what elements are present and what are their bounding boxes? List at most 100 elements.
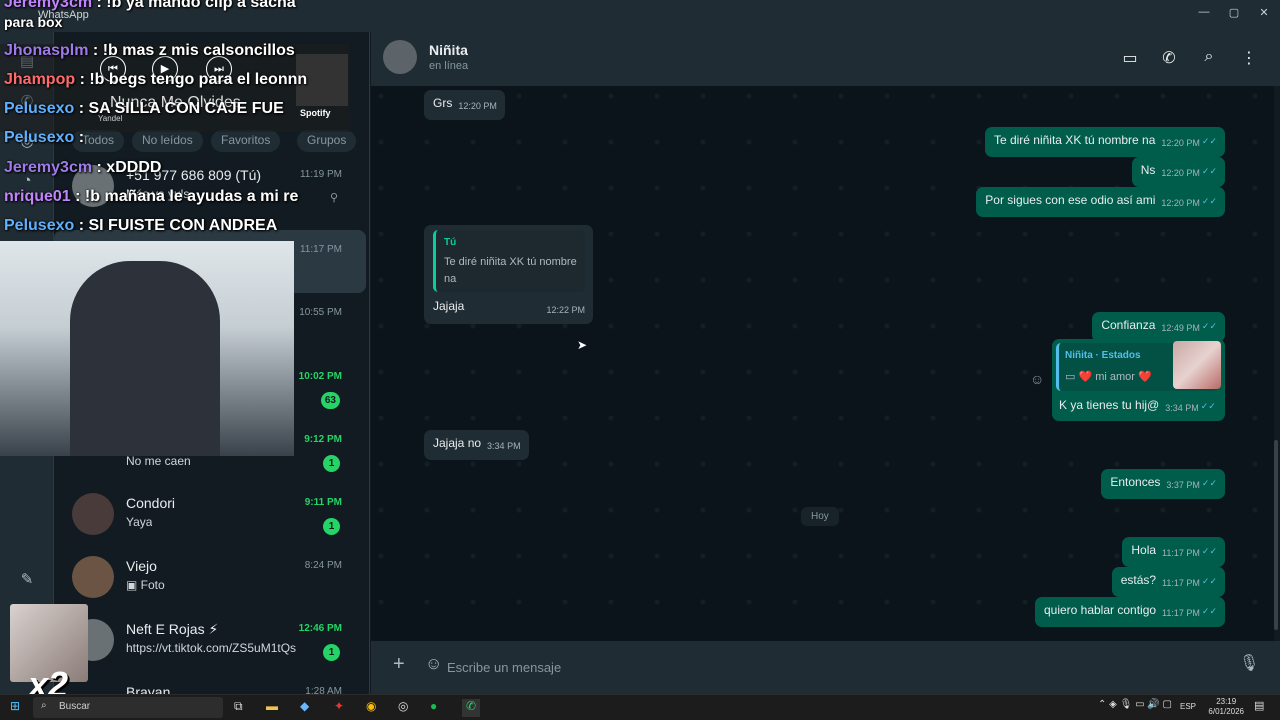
message-text: Hola bbox=[1131, 543, 1157, 557]
chat-text: para box bbox=[4, 14, 63, 30]
sticker-icon[interactable]: ☺ bbox=[425, 654, 442, 674]
tray-icons[interactable]: ⌃ ◈ 🎙 ▭ 🔊 ▢ bbox=[1098, 699, 1172, 717]
message-input[interactable]: Escribe un mensaje bbox=[447, 651, 1227, 685]
maximize-button[interactable]: ▢ bbox=[1224, 6, 1244, 19]
minimize-button[interactable]: — bbox=[1194, 6, 1214, 18]
streamer-figure bbox=[70, 261, 220, 456]
chat-time: 1:28 AM bbox=[305, 686, 342, 694]
spotify-icon[interactable]: ● bbox=[430, 699, 437, 717]
read-receipt-icon: ✓✓ bbox=[1201, 321, 1217, 331]
chrome-icon[interactable]: ◉ bbox=[366, 699, 376, 717]
message-incoming[interactable]: Jajaja no 3:34 PM bbox=[424, 430, 529, 460]
unread-badge: 1 bbox=[323, 518, 340, 535]
message-outgoing[interactable]: Hola 11:17 PM ✓✓ bbox=[1122, 537, 1225, 567]
whatsapp-taskbar-icon[interactable]: ✆ bbox=[462, 699, 481, 717]
scrollbar-thumb[interactable] bbox=[1274, 440, 1278, 630]
chat-item[interactable]: Viejo ▣ Foto 8:24 PM bbox=[54, 546, 366, 609]
video-icon: ▭ bbox=[1065, 371, 1079, 383]
chat-user: Jeremy3cm bbox=[4, 0, 93, 11]
filter-unread[interactable]: No leídos bbox=[132, 130, 203, 152]
filter-groups[interactable]: Grupos bbox=[297, 130, 357, 152]
app-icon[interactable]: ✦ bbox=[334, 699, 344, 717]
quoted-message[interactable]: Tú Te diré niñita XK tú nombre na bbox=[433, 230, 585, 292]
chat-time: 10:55 PM bbox=[299, 307, 342, 318]
quote-text: Te diré niñita XK tú nombre na bbox=[444, 256, 577, 285]
obs-icon[interactable]: ◎ bbox=[398, 699, 408, 717]
read-receipt-icon: ✓✓ bbox=[1201, 196, 1217, 206]
message-text: Grs bbox=[433, 96, 453, 110]
chat-text: : !b ya mando clip a sacha bbox=[96, 0, 296, 11]
chat-item[interactable]: Brayan 1:28 AM bbox=[54, 672, 366, 694]
chat-item[interactable]: Neft E Rojas ⚡ https://vt.tiktok.com/ZS5… bbox=[54, 609, 366, 672]
chat-time: 11:19 PM bbox=[299, 169, 342, 180]
unread-badge: 1 bbox=[323, 455, 340, 472]
chat-text: : xDDDD bbox=[96, 159, 162, 176]
quoted-status[interactable]: Niñita · Estados ▭ ❤️ mi amor ❤️ bbox=[1056, 341, 1221, 391]
store-icon[interactable]: ◆ bbox=[300, 699, 309, 717]
filter-favorites[interactable]: Favoritos bbox=[211, 130, 281, 152]
task-view-icon[interactable]: ⧉ bbox=[234, 699, 243, 717]
quote-text-content: ❤️ mi amor ❤️ bbox=[1078, 371, 1152, 383]
message-time: 3:34 PM bbox=[487, 441, 521, 451]
stream-chat-line: Pelusexo : SA SILLA CON CAJE FUE bbox=[4, 100, 284, 118]
message-incoming[interactable]: Grs 12:20 PM bbox=[424, 90, 505, 120]
chat-text: : SI FUISTE CON ANDREA bbox=[78, 217, 278, 234]
taskbar-clock[interactable]: 23:19 6/01/2026 bbox=[1208, 697, 1244, 717]
taskbar-search[interactable]: ⌕ Buscar bbox=[33, 697, 223, 718]
conversation-header: Niñita en línea ▭ ✆ ⌕ ⋮ bbox=[371, 32, 1280, 86]
close-button[interactable]: ✕ bbox=[1254, 6, 1274, 19]
chat-name: Brayan bbox=[126, 684, 171, 694]
quote-author: Tú bbox=[444, 237, 457, 248]
chat-name: Viejo bbox=[126, 558, 157, 574]
chat-text: : !b mañana le ayudas a mi re bbox=[75, 188, 299, 205]
clock-date: 6/01/2026 bbox=[1208, 707, 1244, 716]
contact-avatar[interactable] bbox=[383, 40, 417, 74]
message-outgoing[interactable]: Ns 12:20 PM ✓✓ bbox=[1131, 157, 1225, 187]
chat-time: 10:02 PM bbox=[298, 371, 342, 382]
file-explorer-icon[interactable]: ▬ bbox=[266, 699, 278, 717]
chat-preview: No me caen bbox=[126, 454, 191, 468]
chat-time: 8:24 PM bbox=[304, 560, 342, 571]
chat-time: 12:46 PM bbox=[298, 623, 342, 634]
message-outgoing[interactable]: estás? 11:17 PM ✓✓ bbox=[1111, 567, 1225, 597]
more-options-icon[interactable]: ⋮ bbox=[1238, 48, 1260, 70]
chat-text: : bbox=[78, 129, 85, 146]
message-outgoing[interactable]: Por sigues con ese odio así ami 12:20 PM ✓… bbox=[976, 187, 1225, 217]
chat-filters: Todos No leídos Favoritos Grupos bbox=[54, 130, 369, 152]
chat-item[interactable]: Condori Yaya 9:11 PM 1 bbox=[54, 483, 366, 546]
status-thumbnail bbox=[1173, 341, 1221, 389]
message-outgoing[interactable]: Confianza 12:49 PM ✓✓ bbox=[1092, 312, 1225, 342]
microphone-icon[interactable]: 🎙 bbox=[1239, 653, 1259, 673]
message-outgoing[interactable]: Entonces 3:37 PM ✓✓ bbox=[1101, 469, 1225, 499]
video-call-icon[interactable]: ▭ bbox=[1119, 48, 1141, 70]
attach-icon[interactable]: + bbox=[393, 653, 405, 676]
webcam-overlay bbox=[0, 241, 294, 456]
starred-icon[interactable]: ✎ bbox=[17, 570, 37, 590]
message-reply-incoming[interactable]: Tú Te diré niñita XK tú nombre na Jajaja… bbox=[424, 225, 593, 324]
message-outgoing[interactable]: Te diré niñita XK tú nombre na 12:20 PM ✓✓ bbox=[984, 127, 1225, 157]
chat-name: Condori bbox=[126, 495, 176, 511]
chat-preview: ▣ Foto bbox=[126, 578, 165, 592]
chat-text: : SA SILLA CON CAJE FUE bbox=[78, 100, 284, 117]
read-receipt-icon: ✓✓ bbox=[1201, 606, 1217, 616]
message-status-reply[interactable]: Niñita · Estados ▭ ❤️ mi amor ❤️ K ya ti… bbox=[1052, 339, 1225, 421]
chat-user: Pelusexo bbox=[4, 129, 75, 146]
pin-icon: ⚲ bbox=[329, 192, 338, 204]
contact-name[interactable]: Niñita bbox=[429, 42, 468, 58]
windows-start-icon[interactable]: ⊞ bbox=[10, 699, 20, 717]
message-time: 12:20 PM bbox=[1161, 168, 1200, 178]
emoji-reaction-icon[interactable]: ☺ bbox=[1030, 371, 1044, 387]
mouse-cursor-icon: ➤ bbox=[577, 338, 588, 352]
chat-time: 9:11 PM bbox=[304, 497, 342, 508]
read-receipt-icon: ✓✓ bbox=[1201, 576, 1217, 586]
chat-time: 9:12 PM bbox=[304, 434, 342, 445]
clock-time: 23:19 bbox=[1216, 697, 1237, 706]
search-icon[interactable]: ⌕ bbox=[1198, 48, 1220, 70]
chat-preview: https://vt.tiktok.com/ZS5uM1tQs/ bbox=[126, 641, 296, 655]
scrollbar[interactable] bbox=[1274, 90, 1278, 630]
message-outgoing[interactable]: quiero hablar contigo 11:17 PM ✓✓ bbox=[1034, 597, 1225, 627]
language-indicator[interactable]: ESP bbox=[1180, 702, 1196, 720]
voice-call-icon[interactable]: ✆ bbox=[1158, 48, 1180, 70]
notification-icon[interactable]: ▤ bbox=[1254, 699, 1264, 717]
chat-user: nrique01 bbox=[4, 188, 71, 205]
